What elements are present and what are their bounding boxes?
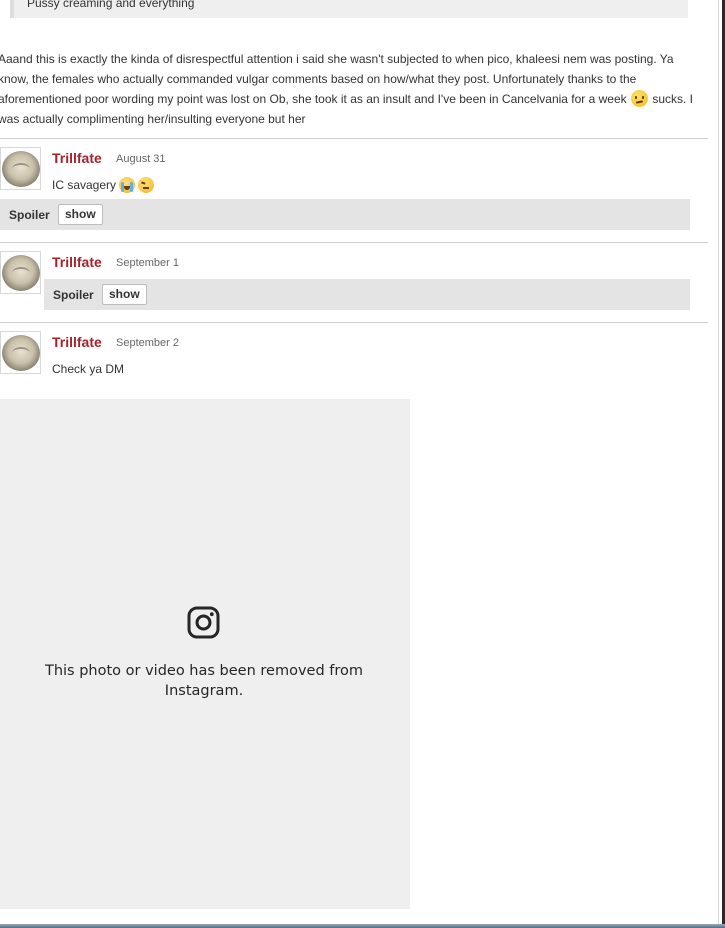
- comment-date[interactable]: September 1: [116, 257, 179, 269]
- instagram-icon: [187, 606, 220, 639]
- divider: [0, 138, 708, 139]
- confused-face-icon: [631, 90, 648, 107]
- crying-face-icon: [119, 177, 136, 193]
- avatar[interactable]: [0, 331, 41, 374]
- comment-text-content: IC savagery: [52, 178, 117, 192]
- taskbar-edge: [0, 924, 725, 928]
- comment-text: Check ya DM: [52, 362, 124, 376]
- divider: [0, 242, 708, 243]
- comment-text-content: Check ya DM: [52, 362, 125, 376]
- window-edge: [718, 0, 725, 928]
- spoiler-label: Spoiler: [53, 288, 94, 302]
- quote-text: Pussy creaming and everything: [27, 0, 195, 10]
- avatar[interactable]: [0, 251, 41, 294]
- divider: [0, 322, 708, 323]
- avatar[interactable]: [0, 147, 41, 190]
- quote-block: Pussy creaming and everything: [10, 0, 688, 18]
- avatar-image: [2, 255, 40, 291]
- comment-date[interactable]: September 2: [116, 337, 179, 349]
- avatar-image: [2, 335, 40, 371]
- forum-thread-page: Pussy creaming and everything Aaand this…: [0, 0, 725, 928]
- spoiler-label: Spoiler: [9, 208, 50, 222]
- tired-face-icon: [138, 177, 155, 193]
- spoiler-show-button[interactable]: show: [102, 284, 147, 305]
- spoiler-block: Spoiler show: [0, 199, 690, 230]
- comment-date[interactable]: August 31: [116, 153, 166, 165]
- spoiler-show-button[interactable]: show: [58, 204, 103, 225]
- comment-username[interactable]: Trillfate: [52, 254, 102, 270]
- comment-text: IC savagery: [52, 177, 155, 193]
- avatar-image: [2, 151, 40, 187]
- comment-username[interactable]: Trillfate: [52, 150, 102, 166]
- post-text-part-1: Aaand this is exactly the kinda of disre…: [0, 52, 674, 106]
- spoiler-block: Spoiler show: [44, 279, 690, 310]
- post-body: Aaand this is exactly the kinda of disre…: [0, 49, 698, 129]
- instagram-embed[interactable]: This photo or video has been removed fro…: [0, 399, 410, 909]
- comment-username[interactable]: Trillfate: [52, 334, 102, 350]
- embed-removed-message: This photo or video has been removed fro…: [44, 663, 364, 699]
